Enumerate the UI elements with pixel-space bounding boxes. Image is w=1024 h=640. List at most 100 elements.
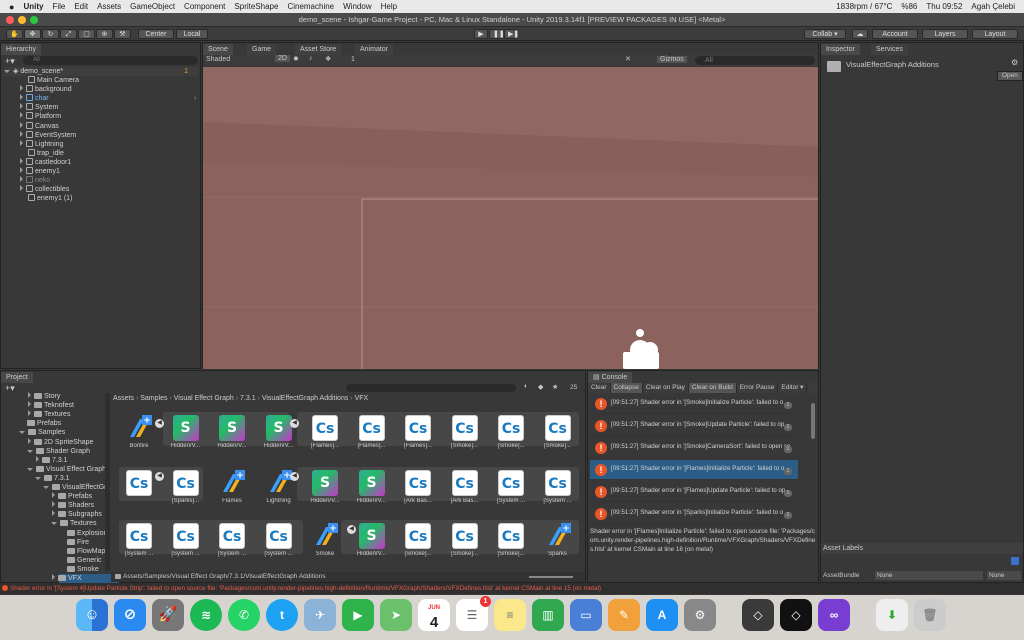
tab-project[interactable]: Project: [1, 372, 33, 383]
unity-hub-icon[interactable]: ◇: [742, 599, 774, 631]
filter-type-icon[interactable]: ◐: [524, 383, 528, 390]
hidden-count[interactable]: 25: [570, 384, 577, 391]
tab-services[interactable]: Services: [871, 44, 908, 55]
console-entry[interactable]: ! [09:51:27] Shader error in '[Smoke]Init…: [590, 394, 798, 414]
hierarchy-item[interactable]: char: [20, 94, 49, 103]
asset-item[interactable]: Cs [Smoke]...: [538, 409, 578, 459]
asset-item[interactable]: Cs [Flames]...: [398, 409, 438, 459]
user-name[interactable]: Agah Çelebi: [971, 2, 1015, 11]
project-search-input[interactable]: [346, 384, 516, 392]
pivot-center-button[interactable]: Center: [138, 29, 174, 39]
asset-item[interactable]: + Sparks: [538, 517, 578, 567]
hierarchy-item[interactable]: enemy1: [20, 167, 60, 176]
project-folder[interactable]: FlowMaps: [67, 547, 109, 556]
battery-status[interactable]: %86: [901, 2, 917, 11]
hierarchy-item[interactable]: castledoor1: [20, 157, 71, 167]
hierarchy-item[interactable]: Lightning: [20, 139, 63, 149]
filter-label-icon[interactable]: ◆: [538, 383, 543, 391]
finder-icon[interactable]: ☺: [76, 599, 108, 631]
keynote-icon[interactable]: ▭: [570, 599, 602, 631]
console-entry[interactable]: ! [09:51:27] Shader error in '[Smoke]Upda…: [590, 416, 798, 436]
move-tool-icon[interactable]: ✥: [24, 29, 41, 39]
hierarchy-item[interactable]: background: [20, 85, 72, 94]
project-add-button[interactable]: +▾: [5, 383, 15, 394]
asset-item[interactable]: Cs [Ark Bas...: [398, 464, 438, 514]
clock[interactable]: Thu 09:52: [926, 2, 962, 11]
project-folder[interactable]: Teknofest: [28, 401, 74, 410]
asset-item[interactable]: S Hidden/V...: [352, 464, 392, 514]
project-folder[interactable]: 7.3.1: [35, 474, 70, 483]
console-entry[interactable]: ! [09:51:27] Shader error in '[Smoke]Came…: [590, 438, 798, 458]
console-toggle-button[interactable]: Clear: [588, 383, 611, 393]
project-folder[interactable]: Textures: [28, 410, 70, 419]
asset-item[interactable]: Cs [System ...: [491, 464, 531, 514]
add-button[interactable]: +▾: [5, 56, 15, 67]
tab-game[interactable]: Game: [247, 44, 277, 55]
asset-item[interactable]: S Hidden/V...: [352, 517, 392, 567]
gizmos-dropdown[interactable]: Gizmos: [657, 56, 687, 63]
favorite-star-icon[interactable]: ★: [552, 383, 558, 391]
asset-item[interactable]: Cs [System ...: [212, 517, 252, 567]
menu-component[interactable]: Component: [184, 2, 225, 11]
project-folder[interactable]: Story: [28, 392, 60, 401]
hierarchy-item[interactable]: System: [20, 103, 58, 112]
collapse-arrow-icon[interactable]: ◀: [155, 472, 164, 481]
asset-item[interactable]: Cs [Ark Bas...: [445, 464, 485, 514]
tools-icon[interactable]: ✕: [625, 55, 631, 63]
project-folder[interactable]: Smoke: [67, 565, 99, 574]
asset-item[interactable]: Cs [System ...: [538, 464, 578, 514]
tab-asset-store[interactable]: Asset Store: [295, 44, 342, 55]
project-folder[interactable]: Samples: [19, 428, 65, 437]
breadcrumb-item[interactable]: VisualEffectGraph Additions: [262, 395, 349, 402]
breadcrumb-item[interactable]: 7.3.1: [240, 395, 256, 402]
project-folder[interactable]: Subgraphs: [52, 510, 102, 519]
layers-dropdown[interactable]: Layers: [922, 29, 968, 39]
collapse-arrow-icon[interactable]: ◀: [155, 419, 164, 428]
layout-dropdown[interactable]: Layout: [972, 29, 1018, 39]
asset-item[interactable]: + Bonfire: [119, 409, 159, 459]
close-window-button[interactable]: [6, 16, 14, 24]
breadcrumb-item[interactable]: Visual Effect Graph: [174, 395, 234, 402]
console-entry[interactable]: ! [09:51:27] Shader error in '[Flames]Upd…: [590, 482, 798, 502]
menu-file[interactable]: File: [52, 2, 65, 11]
asset-item[interactable]: Cs [Smoke]...: [445, 517, 485, 567]
menu-assets[interactable]: Assets: [97, 2, 121, 11]
project-folder[interactable]: 7.3.1: [36, 455, 68, 465]
scene-viewport[interactable]: [203, 67, 818, 369]
pause-button[interactable]: ❚❚: [489, 29, 505, 39]
collapse-arrow-icon[interactable]: ◀: [290, 472, 299, 481]
label-tag-icon[interactable]: [1011, 557, 1019, 565]
menu-window[interactable]: Window: [343, 2, 371, 11]
collab-button[interactable]: Collab ▾: [804, 29, 846, 39]
apple-icon[interactable]: ●: [9, 2, 14, 12]
project-folder[interactable]: Shader Graph: [27, 447, 90, 456]
project-folder[interactable]: Explosion: [67, 529, 107, 538]
zoom-window-button[interactable]: [30, 16, 38, 24]
console-toggle-button[interactable]: Editor ▾: [778, 383, 808, 393]
asset-item[interactable]: Cs [Smoke]...: [445, 409, 485, 459]
scene-root[interactable]: ◈ demo_scene* 1: [4, 67, 198, 76]
torrent-icon[interactable]: ⬇: [876, 599, 908, 631]
visual-studio-icon[interactable]: ∞: [818, 599, 850, 631]
safari-icon[interactable]: ⊘: [114, 599, 146, 631]
shading-dropdown[interactable]: Shaded: [206, 56, 230, 63]
console-scrollbar[interactable]: [811, 403, 815, 439]
tab-hierarchy[interactable]: Hierarchy: [1, 44, 41, 55]
console-toggle-button[interactable]: Clear on Play: [643, 383, 689, 393]
hierarchy-item[interactable]: neko: [20, 176, 50, 185]
menu-gameobject[interactable]: GameObject: [130, 2, 175, 11]
asset-item[interactable]: S Hidden/V...: [166, 409, 206, 459]
asset-item[interactable]: Cs [Sparks]...: [166, 464, 206, 514]
hierarchy-item[interactable]: Platform: [20, 112, 61, 121]
asset-item[interactable]: Cs [System ...: [119, 517, 159, 567]
project-folder[interactable]: VisualEffectGra: [43, 483, 110, 492]
asset-item[interactable]: Cs [System ...: [259, 517, 299, 567]
project-folder[interactable]: Prefabs: [52, 492, 92, 501]
effects-icon[interactable]: ❖: [325, 55, 331, 63]
account-dropdown[interactable]: Account: [872, 29, 918, 39]
menu-spriteshape[interactable]: SpriteShape: [234, 2, 278, 11]
asset-item[interactable]: Cs [Flames]...: [352, 409, 392, 459]
custom-tool-icon[interactable]: ⚒: [114, 29, 131, 39]
asset-item[interactable]: S Hidden/V...: [259, 409, 299, 459]
hierarchy-search-input[interactable]: All: [23, 56, 198, 65]
